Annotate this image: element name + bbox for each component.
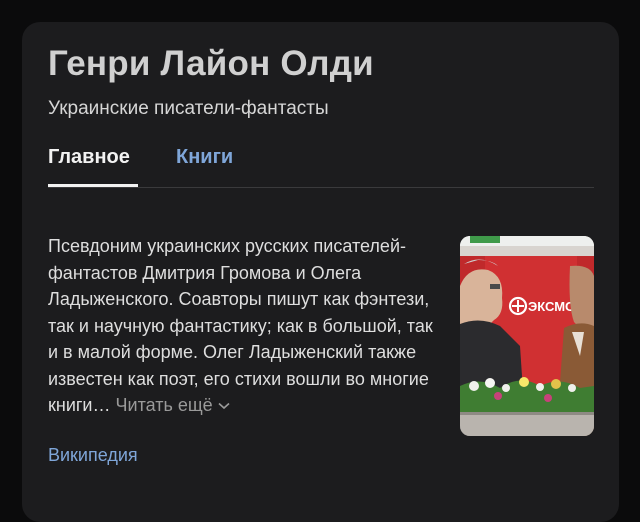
author-photo-image: ЭКСМО [460, 236, 594, 436]
tabs-bar: Главное Книги [48, 146, 594, 188]
author-card: Генри Лайон Олди Украинские писатели-фан… [22, 22, 619, 522]
read-more-button[interactable]: Читать ещё [116, 395, 230, 415]
description-text: Псевдоним украинских русских писателей-ф… [48, 236, 433, 415]
read-more-label: Читать ещё [115, 395, 213, 415]
chevron-down-icon [218, 403, 230, 410]
author-photo[interactable]: ЭКСМО [460, 236, 594, 436]
banner-text: ЭКСМО [528, 299, 575, 314]
tab-books[interactable]: Книги [176, 146, 233, 169]
tab-main[interactable]: Главное [48, 146, 138, 187]
author-description: Псевдоним украинских русских писателей-ф… [48, 233, 440, 419]
author-name: Генри Лайон Олди [48, 44, 374, 83]
wikipedia-link[interactable]: Википедия [48, 445, 138, 466]
eksmo-logo-icon [508, 296, 528, 316]
tabs-divider [48, 187, 594, 188]
tab-main-label: Главное [48, 146, 130, 168]
author-subtitle: Украинские писатели-фантасты [48, 98, 329, 119]
tab-books-label: Книги [176, 146, 234, 168]
